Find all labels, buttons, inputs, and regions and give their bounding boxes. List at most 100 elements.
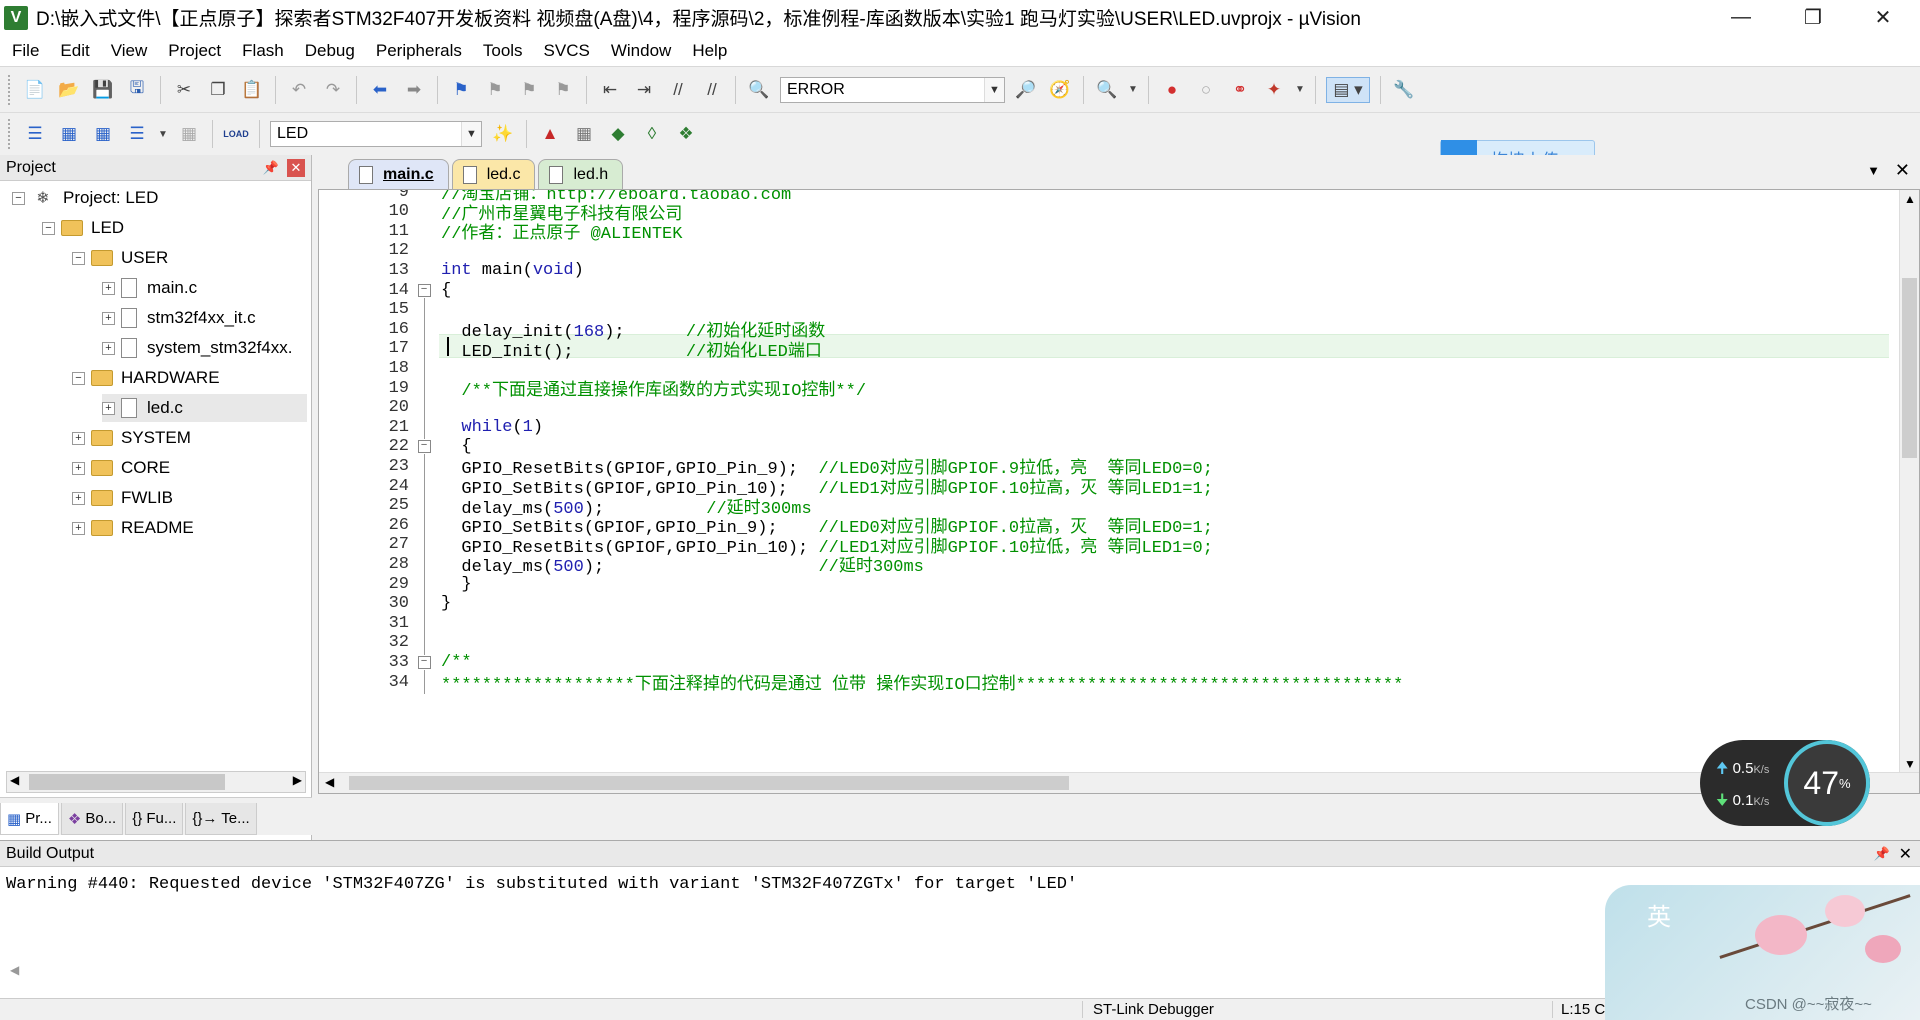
save-icon[interactable]: 💾: [90, 77, 116, 103]
menu-help[interactable]: Help: [683, 41, 736, 61]
collapse-icon[interactable]: −: [72, 251, 85, 265]
chevron-down-icon[interactable]: ▼: [1128, 77, 1138, 103]
tab-led-h[interactable]: led.h: [538, 159, 624, 189]
insert-bookmark-icon[interactable]: ⚑: [448, 77, 474, 103]
tree-group-core[interactable]: + CORE: [72, 454, 170, 482]
tree-file-led-c[interactable]: + led.c: [102, 394, 307, 422]
menu-window[interactable]: Window: [602, 41, 680, 61]
redo-icon[interactable]: ↷: [320, 77, 346, 103]
menu-svcs[interactable]: SVCS: [535, 41, 599, 61]
tree-file-main-c[interactable]: + main.c: [102, 274, 197, 302]
target-select[interactable]: LED ▼: [270, 121, 482, 147]
tab-templates[interactable]: {}→ Te...: [185, 803, 257, 835]
comment-icon[interactable]: //: [665, 77, 691, 103]
editor-vertical-scrollbar[interactable]: ▲ ▼: [1899, 190, 1919, 773]
ime-skin-overlay[interactable]: 英 CSDN @~~寂夜~~: [1605, 885, 1920, 1020]
toolbar-grip[interactable]: [8, 119, 12, 149]
breakpoint-icon[interactable]: ●: [1159, 77, 1185, 103]
pin-icon[interactable]: 📌: [263, 160, 279, 176]
target-options-icon[interactable]: ✨: [490, 121, 516, 147]
find-combo[interactable]: ERROR ▼: [780, 76, 1005, 103]
minimize-button[interactable]: —: [1710, 0, 1772, 35]
find-in-files-icon[interactable]: 🔍: [746, 77, 772, 103]
tree-group-system[interactable]: + SYSTEM: [72, 424, 191, 452]
tree-group-readme[interactable]: + README: [72, 514, 194, 542]
translate-icon[interactable]: ☰: [22, 121, 48, 147]
tab-led-c[interactable]: led.c: [451, 159, 536, 189]
menu-project[interactable]: Project: [159, 41, 230, 61]
packs-icon[interactable]: ❖: [673, 121, 699, 147]
expand-icon[interactable]: +: [102, 311, 115, 325]
tab-project[interactable]: ▦ Pr...: [0, 803, 59, 835]
tree-group-hardware[interactable]: − HARDWARE: [72, 364, 220, 392]
cut-icon[interactable]: ✂: [171, 77, 197, 103]
batch-build-icon[interactable]: ☰: [124, 121, 150, 147]
scroll-down-icon[interactable]: ▼: [1904, 757, 1916, 771]
chevron-down-icon[interactable]: ▼: [1295, 77, 1305, 103]
kill-breakpoints-icon[interactable]: ⚭: [1227, 77, 1253, 103]
tree-project-root[interactable]: − ❄ Project: LED: [12, 184, 158, 212]
undo-icon[interactable]: ↶: [286, 77, 312, 103]
pin-icon[interactable]: 📌: [1874, 846, 1890, 862]
build-icon[interactable]: ▦: [56, 121, 82, 147]
disable-breakpoint-icon[interactable]: ○: [1193, 77, 1219, 103]
uncomment-icon[interactable]: //: [699, 77, 725, 103]
window-layout-icon[interactable]: ▤ ▾: [1326, 76, 1370, 103]
open-folder-icon[interactable]: 📂: [56, 77, 82, 103]
unindent-icon[interactable]: ⇥: [631, 77, 657, 103]
incremental-find-icon[interactable]: 🧭: [1047, 77, 1073, 103]
fold-toggle-icon[interactable]: −: [411, 440, 437, 454]
tree-file-system-stm32f4xx[interactable]: + system_stm32f4xx.: [102, 334, 293, 362]
tab-books[interactable]: ❖ Bo...: [60, 803, 124, 835]
code-editor[interactable]: 9//淘宝店铺：http://eboard.taobao.com 10//广州市星…: [318, 189, 1920, 794]
close-button[interactable]: ✕: [1852, 0, 1914, 35]
expand-icon[interactable]: +: [72, 431, 85, 445]
menu-debug[interactable]: Debug: [296, 41, 364, 61]
manage-project-items-icon[interactable]: ▲: [537, 121, 563, 147]
navigate-back-icon[interactable]: ⬅: [367, 77, 393, 103]
collapse-icon[interactable]: −: [72, 371, 85, 385]
tree-target-led[interactable]: − LED: [42, 214, 124, 242]
fold-toggle-icon[interactable]: −: [411, 283, 437, 297]
close-icon[interactable]: ✕: [1895, 160, 1910, 181]
close-icon[interactable]: ✕: [287, 158, 305, 177]
menu-view[interactable]: View: [102, 41, 157, 61]
pack-installer-icon[interactable]: ◊: [639, 121, 665, 147]
paste-icon[interactable]: 📋: [239, 77, 265, 103]
expand-icon[interactable]: +: [102, 341, 115, 355]
menu-flash[interactable]: Flash: [233, 41, 293, 61]
next-bookmark-icon[interactable]: ⚑: [516, 77, 542, 103]
scroll-up-icon[interactable]: ▲: [1904, 192, 1916, 206]
tab-main-c[interactable]: main.c: [348, 159, 449, 189]
chevron-down-icon[interactable]: ▼: [461, 122, 481, 146]
download-load-icon[interactable]: LOAD: [223, 121, 249, 147]
menu-peripherals[interactable]: Peripherals: [367, 41, 471, 61]
expand-icon[interactable]: +: [102, 401, 115, 415]
navigate-forward-icon[interactable]: ➡: [401, 77, 427, 103]
toolbar-grip[interactable]: [8, 74, 12, 105]
tree-group-user[interactable]: − USER: [72, 244, 168, 272]
network-speed-widget[interactable]: 🠉 0.5K/s 🠋 0.1K/s 47%: [1700, 740, 1870, 826]
stop-build-icon[interactable]: ▦: [176, 121, 202, 147]
close-icon[interactable]: ✕: [1899, 844, 1912, 864]
debug-session-icon[interactable]: 🔍: [1094, 77, 1120, 103]
scroll-right-icon[interactable]: ▶: [293, 773, 302, 787]
maximize-button[interactable]: ❐: [1782, 0, 1844, 35]
prev-bookmark-icon[interactable]: ⚑: [482, 77, 508, 103]
scroll-left-icon[interactable]: ◀: [325, 775, 334, 789]
tree-group-fwlib[interactable]: + FWLIB: [72, 484, 173, 512]
scroll-left-icon[interactable]: ◀: [10, 773, 19, 787]
collapse-icon[interactable]: −: [42, 221, 55, 235]
select-packs-icon[interactable]: ▦: [571, 121, 597, 147]
find-icon[interactable]: 🔎: [1013, 77, 1039, 103]
project-horizontal-scrollbar[interactable]: ◀ ▶: [6, 771, 306, 793]
code-line[interactable]: 34 *******************下面注释掉的代码是通过 位带 操作实现…: [319, 670, 1889, 695]
copy-icon[interactable]: ❐: [205, 77, 231, 103]
manage-rte-icon[interactable]: ◆: [605, 121, 631, 147]
clear-bookmarks-icon[interactable]: ⚑: [550, 77, 576, 103]
scrollbar-thumb[interactable]: [29, 774, 225, 790]
new-file-icon[interactable]: 📄: [22, 77, 48, 103]
scroll-left-icon[interactable]: ◀: [10, 963, 19, 977]
tree-file-stm32f4xx-it[interactable]: + stm32f4xx_it.c: [102, 304, 256, 332]
chevron-down-icon[interactable]: ▼: [158, 121, 168, 147]
